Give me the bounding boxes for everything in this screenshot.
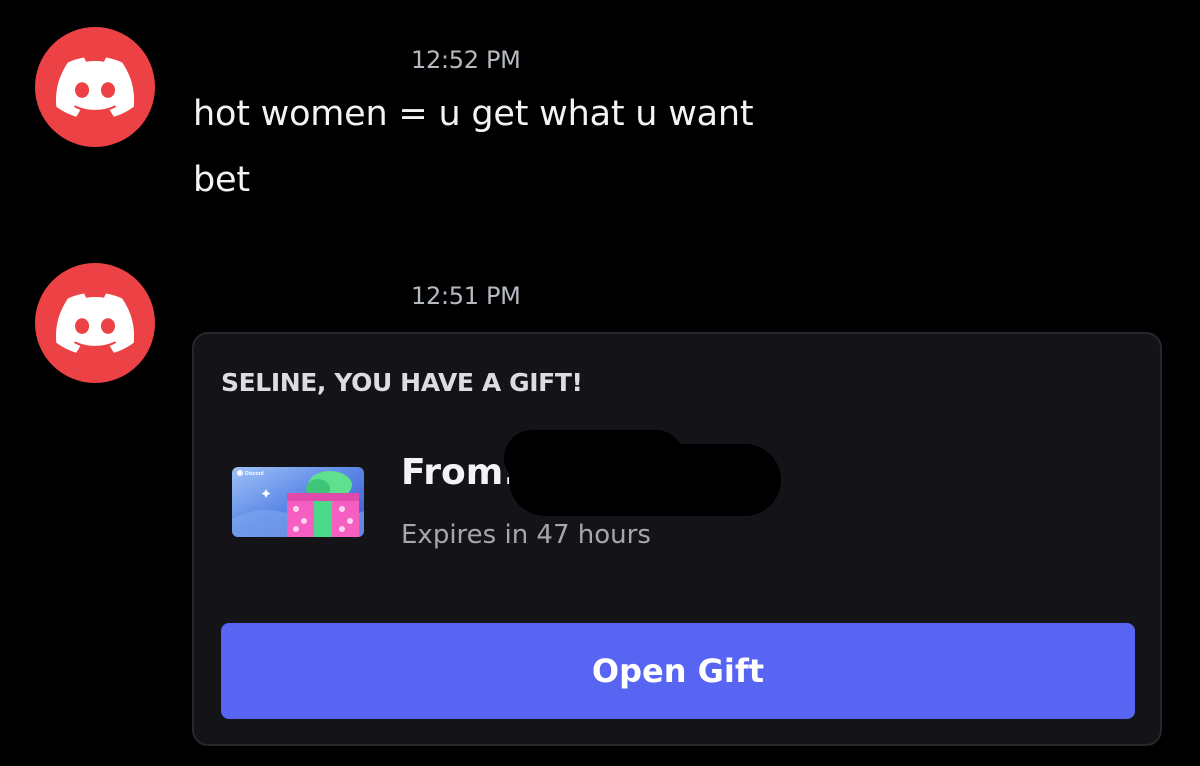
message-text: hot women = u get what u want xyxy=(193,94,754,134)
gift-expiry-text: Expires in 47 hours xyxy=(401,520,651,550)
discord-logo-icon xyxy=(56,57,134,117)
gift-from-label: From: xyxy=(401,452,518,493)
message-timestamp: 12:51 PM xyxy=(411,282,521,310)
user-avatar[interactable] xyxy=(35,263,155,383)
user-avatar[interactable] xyxy=(35,27,155,147)
thumbnail-brand-label: Discord xyxy=(245,471,264,477)
message-timestamp: 12:52 PM xyxy=(411,46,521,74)
gift-embed: SELINE, YOU HAVE A GIFT! Discord From: E… xyxy=(192,332,1162,746)
nitro-gift-box-icon: Discord xyxy=(232,467,364,537)
message-text: bet xyxy=(193,160,250,200)
open-gift-button[interactable]: Open Gift xyxy=(221,623,1135,719)
gift-thumbnail: Discord xyxy=(232,467,364,537)
redaction-mark xyxy=(509,444,781,516)
discord-logo-icon xyxy=(56,293,134,353)
gift-heading: SELINE, YOU HAVE A GIFT! xyxy=(221,368,583,397)
